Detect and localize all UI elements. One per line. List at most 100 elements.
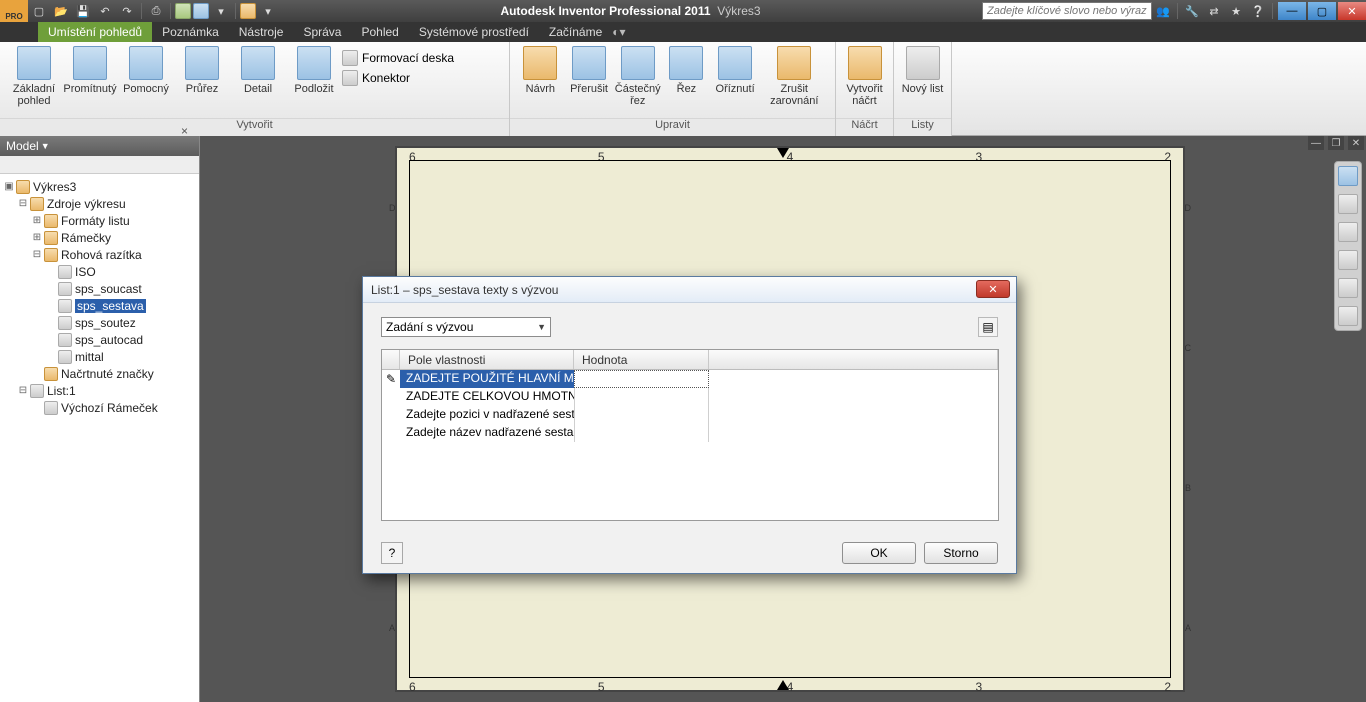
ribbon-tabs: Umístění pohledůPoznámkaNástrojeSprávaPo…: [0, 22, 1366, 42]
prompt-texts-dialog: List:1 – sps_sestava texty s výzvou ✕ Za…: [362, 276, 1017, 574]
tree-root[interactable]: ▣Výkres3: [2, 178, 197, 195]
dialog-close-button[interactable]: ✕: [976, 280, 1010, 298]
ribbon: Základní pohledPromítnutýPomocnýPrůřezDe…: [0, 42, 1366, 136]
ribbon-tab[interactable]: Umístění pohledů: [38, 22, 152, 42]
cancel-button[interactable]: Storno: [924, 542, 998, 564]
panel-label: Vytvořit: [0, 118, 509, 136]
tool-star-icon[interactable]: ★: [1226, 2, 1246, 20]
qat-print-icon[interactable]: ⎙: [146, 2, 166, 20]
doc-restore-button[interactable]: ❐: [1328, 136, 1344, 150]
nav-zoomout-icon[interactable]: [1338, 250, 1358, 270]
dialog-title: List:1 – sps_sestava texty s výzvou: [363, 277, 1016, 303]
ribbon-button[interactable]: Vytvořit náčrt: [842, 46, 887, 107]
grid-row[interactable]: ✎ZADEJTE POUŽITÉ HLAVNÍ MĚŘ: [382, 370, 998, 388]
window-close-button[interactable]: ✕: [1338, 2, 1366, 20]
tree-leaf[interactable]: mittal: [2, 348, 197, 365]
tree-node[interactable]: Načrtnuté značky: [2, 365, 197, 382]
window-maximize-button[interactable]: ▢: [1308, 2, 1336, 20]
app-pro-badge[interactable]: PRO: [0, 0, 28, 22]
nav-home-icon[interactable]: [1338, 166, 1358, 186]
panel-label: Listy: [894, 118, 951, 136]
tree-leaf[interactable]: sps_soutez: [2, 314, 197, 331]
ribbon-small-button[interactable]: Formovací deska: [342, 48, 454, 68]
ribbon-button[interactable]: Promítnutý: [62, 46, 118, 95]
qat-more-icon[interactable]: ▾: [258, 2, 278, 20]
tree-leaf[interactable]: ISO: [2, 263, 197, 280]
window-minimize-button[interactable]: —: [1278, 2, 1306, 20]
center-marker-bottom-icon: [777, 680, 789, 690]
tree-node[interactable]: ⊟List:1: [2, 382, 197, 399]
nav-pan-icon[interactable]: [1338, 194, 1358, 214]
ribbon-button[interactable]: Základní pohled: [6, 46, 62, 107]
ribbon-button[interactable]: Detail: [230, 46, 286, 95]
ribbon-button[interactable]: Podložit: [286, 46, 342, 95]
qat-redo-icon[interactable]: ↷: [117, 2, 137, 20]
qat-extra2-icon[interactable]: [193, 3, 209, 19]
navigation-bar: [1334, 161, 1362, 331]
tree-node[interactable]: ⊟Zdroje výkresu: [2, 195, 197, 212]
nav-zoomall-icon[interactable]: [1338, 278, 1358, 298]
ribbon-button[interactable]: Částečný řez: [613, 46, 662, 107]
tool-exchange-icon[interactable]: ⇄: [1204, 2, 1224, 20]
ribbon-button[interactable]: Řez: [662, 46, 711, 95]
ribbon-tab[interactable]: Nástroje: [229, 22, 294, 42]
doc-minimize-button[interactable]: —: [1308, 136, 1324, 150]
ribbon-small-button[interactable]: Konektor: [342, 68, 454, 88]
prompt-type-combo[interactable]: Zadání s výzvou▼: [381, 317, 551, 337]
doc-close-button[interactable]: ✕: [1348, 136, 1364, 150]
tool-wrench-icon[interactable]: 🔧: [1182, 2, 1202, 20]
ribbon-panel-create: Základní pohledPromítnutýPomocnýPrůřezDe…: [0, 42, 510, 136]
grid-row[interactable]: Zadejte název nadřazené sesta: [382, 424, 998, 442]
tree-node[interactable]: ⊞Rámečky: [2, 229, 197, 246]
ribbon-button[interactable]: Průřez: [174, 46, 230, 95]
search-go-icon[interactable]: 👥: [1153, 2, 1173, 20]
tree-node[interactable]: Výchozí Rámeček: [2, 399, 197, 416]
ribbon-end-icon[interactable]: ◐: [612, 25, 619, 39]
ribbon-button[interactable]: Nový list: [900, 46, 945, 95]
model-tree: ▣Výkres3 ⊟Zdroje výkresu ⊞Formáty listu …: [0, 174, 199, 420]
ribbon-tab[interactable]: Správa: [293, 22, 351, 42]
grid-row[interactable]: Zadejte pozici v nadřazené sest: [382, 406, 998, 424]
nav-zoomwin-icon[interactable]: [1338, 306, 1358, 326]
ok-button[interactable]: OK: [842, 542, 916, 564]
browser-toolbar[interactable]: [0, 156, 199, 174]
tree-leaf[interactable]: sps_autocad: [2, 331, 197, 348]
notes-button[interactable]: ▤: [978, 317, 998, 337]
qat-extra4-icon[interactable]: [240, 3, 256, 19]
qat-undo-icon[interactable]: ↶: [95, 2, 115, 20]
grid-row[interactable]: ZADEJTE CELKOVOU HMOTNOS: [382, 388, 998, 406]
ribbon-tab[interactable]: Pohled: [351, 22, 408, 42]
tree-node[interactable]: ⊞Formáty listu: [2, 212, 197, 229]
ruler-top: 65432: [409, 150, 1171, 160]
ribbon-end-icon[interactable]: ▾: [620, 25, 626, 39]
qat-new-icon[interactable]: ▢: [29, 2, 49, 20]
ribbon-tab[interactable]: Poznámka: [152, 22, 229, 42]
qat-extra3-icon[interactable]: ▾: [211, 2, 231, 20]
help-icon[interactable]: ❔: [1248, 2, 1268, 20]
ribbon-button[interactable]: Pomocný: [118, 46, 174, 95]
search-input[interactable]: [982, 2, 1152, 20]
grid-col[interactable]: Hodnota: [574, 350, 709, 369]
ribbon-button[interactable]: Přerušit: [565, 46, 614, 95]
tree-leaf[interactable]: sps_soucast: [2, 280, 197, 297]
ribbon-button[interactable]: Zrušit zarovnání: [759, 46, 829, 107]
ribbon-tab[interactable]: Začínáme: [539, 22, 612, 42]
qat-save-icon[interactable]: 💾: [73, 2, 93, 20]
qat-open-icon[interactable]: 📂: [51, 2, 71, 20]
ribbon-button[interactable]: Oříznutí: [711, 46, 760, 95]
panel-label: Upravit: [510, 118, 835, 136]
qat-extra1-icon[interactable]: [175, 3, 191, 19]
tree-node[interactable]: ⊟Rohová razítka: [2, 246, 197, 263]
panel-pin-icon[interactable]: ×: [181, 124, 195, 138]
grid-col[interactable]: Pole vlastnosti: [400, 350, 574, 369]
ribbon-button[interactable]: Návrh: [516, 46, 565, 95]
ribbon-panel-sheets: Nový list Listy: [894, 42, 952, 136]
dialog-help-button[interactable]: ?: [381, 542, 403, 564]
notes-icon: ▤: [982, 320, 993, 334]
ribbon-panel-sketch: Vytvořit náčrt Náčrt: [836, 42, 894, 136]
center-marker-top-icon: [777, 148, 789, 158]
tree-leaf[interactable]: sps_sestava: [2, 297, 197, 314]
browser-header[interactable]: Model▼: [0, 136, 199, 156]
nav-zoomin-icon[interactable]: [1338, 222, 1358, 242]
ribbon-tab[interactable]: Systémové prostředí: [409, 22, 539, 42]
